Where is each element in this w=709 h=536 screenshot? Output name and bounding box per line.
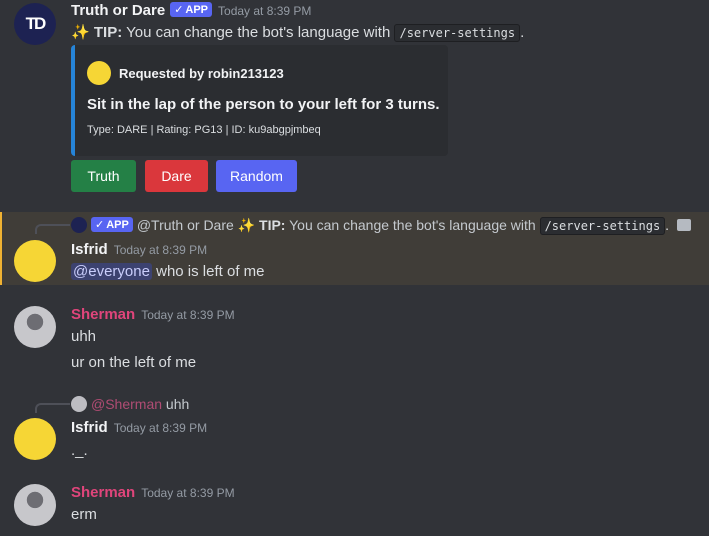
sparkles-icon: ✨	[237, 217, 256, 233]
sherman-header-2: Sherman Today at 8:39 PM	[71, 484, 235, 501]
dare-button[interactable]: Dare	[145, 160, 208, 192]
isfrid-username-2[interactable]: Isfrid	[71, 419, 108, 436]
tip-text: You can change the bot's language with	[126, 24, 391, 41]
reply-bot-avatar	[71, 217, 87, 233]
isfrid-avatar[interactable]	[14, 240, 56, 282]
dare-embed: Requested by robin213123 Sit in the lap …	[71, 45, 448, 156]
isfrid-message-2: @Sherman uhh Isfrid Today at 8:39 PM ._.	[0, 392, 709, 462]
sherman-avatar-art	[14, 306, 56, 348]
reply-preview-2[interactable]: @Sherman uhh	[71, 396, 189, 412]
reply-tip-label: TIP:	[259, 217, 286, 233]
embed-author: Requested by robin213123	[119, 66, 284, 81]
isfrid-header-2: Isfrid Today at 8:39 PM	[71, 419, 207, 436]
reply-text: You can change the bot's language with	[289, 217, 536, 233]
isfrid-timestamp-2: Today at 8:39 PM	[113, 421, 208, 435]
isfrid-message-text: who is left of me	[156, 263, 265, 280]
sherman-timestamp: Today at 8:39 PM	[141, 308, 235, 322]
reply-period: .	[665, 217, 670, 233]
isfrid-header-1: Isfrid Today at 8:39 PM	[71, 241, 207, 258]
isfrid-message-1: ✓ APP @Truth or Dare ✨ TIP: You can change…	[0, 212, 709, 285]
sherman-header-1: Sherman Today at 8:39 PM	[71, 306, 235, 323]
verified-check-icon: ✓	[174, 4, 184, 16]
bot-avatar-logo: TD	[25, 14, 47, 33]
image-icon	[676, 219, 691, 231]
reply-author-2: @Sherman	[91, 396, 163, 412]
everyone-mention[interactable]: @everyone	[71, 263, 152, 280]
sherman-timestamp-2: Today at 8:39 PM	[141, 486, 235, 500]
sherman-message-1: Sherman Today at 8:39 PM uhh ur on the le…	[0, 303, 709, 373]
random-button[interactable]: Random	[216, 160, 297, 192]
sherman-username-2[interactable]: Sherman	[71, 484, 135, 501]
truth-button[interactable]: Truth	[71, 160, 136, 192]
reply-spine	[35, 403, 70, 413]
reply-text-2: uhh	[165, 396, 190, 412]
sherman-avatar[interactable]	[14, 306, 56, 348]
app-badge-label: APP	[185, 3, 209, 16]
bot-message: TD Truth or Dare ✓ APP Today at 8:39 PM ✨ T…	[0, 0, 709, 200]
sherman-username[interactable]: Sherman	[71, 306, 135, 323]
isfrid-avatar-2[interactable]	[14, 418, 56, 460]
reply-preview[interactable]: ✓ APP @Truth or Dare ✨ TIP: You can change…	[71, 217, 691, 235]
app-badge: ✓ APP	[170, 2, 213, 17]
bot-avatar[interactable]: TD	[14, 3, 56, 45]
sparkles-icon: ✨	[71, 24, 90, 41]
bot-timestamp: Today at 8:39 PM	[218, 4, 312, 18]
isfrid-username[interactable]: Isfrid	[71, 241, 108, 258]
isfrid-text-1: @everyone who is left of me	[71, 263, 265, 280]
bot-tip-line: ✨ TIP: You can change the bot's language…	[71, 23, 525, 42]
reply-sherman-avatar	[71, 396, 87, 412]
tip-period: .	[520, 24, 525, 41]
sherman-line-2: ur on the left of me	[71, 354, 197, 371]
sherman-message-2: Sherman Today at 8:39 PM erm	[0, 481, 709, 536]
embed-footer: Type: DARE | Rating: PG13 | ID: ku9abgpj…	[87, 124, 321, 136]
isfrid-text-2: ._.	[71, 442, 88, 459]
isfrid-timestamp: Today at 8:39 PM	[113, 243, 208, 257]
bot-header: Truth or Dare ✓ APP Today at 8:39 PM	[71, 2, 311, 19]
sherman-text-3: erm	[71, 506, 97, 523]
reply-app-badge: ✓ APP	[91, 217, 133, 232]
sherman-avatar-2[interactable]	[14, 484, 56, 526]
tip-label: TIP:	[93, 24, 123, 41]
requester-avatar	[87, 61, 111, 85]
reply-command: /server-settings	[539, 217, 666, 235]
reply-spine	[35, 224, 70, 234]
reply-author: @Truth or Dare	[136, 217, 234, 233]
reply-app-badge-label: APP	[106, 218, 129, 231]
bot-username[interactable]: Truth or Dare	[71, 2, 165, 19]
verified-check-icon: ✓	[95, 219, 105, 231]
embed-title: Sit in the lap of the person to your lef…	[87, 96, 440, 113]
tip-command: /server-settings	[394, 24, 521, 42]
sherman-line-1: uhh	[71, 328, 97, 345]
sherman-avatar-art-2	[14, 484, 56, 526]
